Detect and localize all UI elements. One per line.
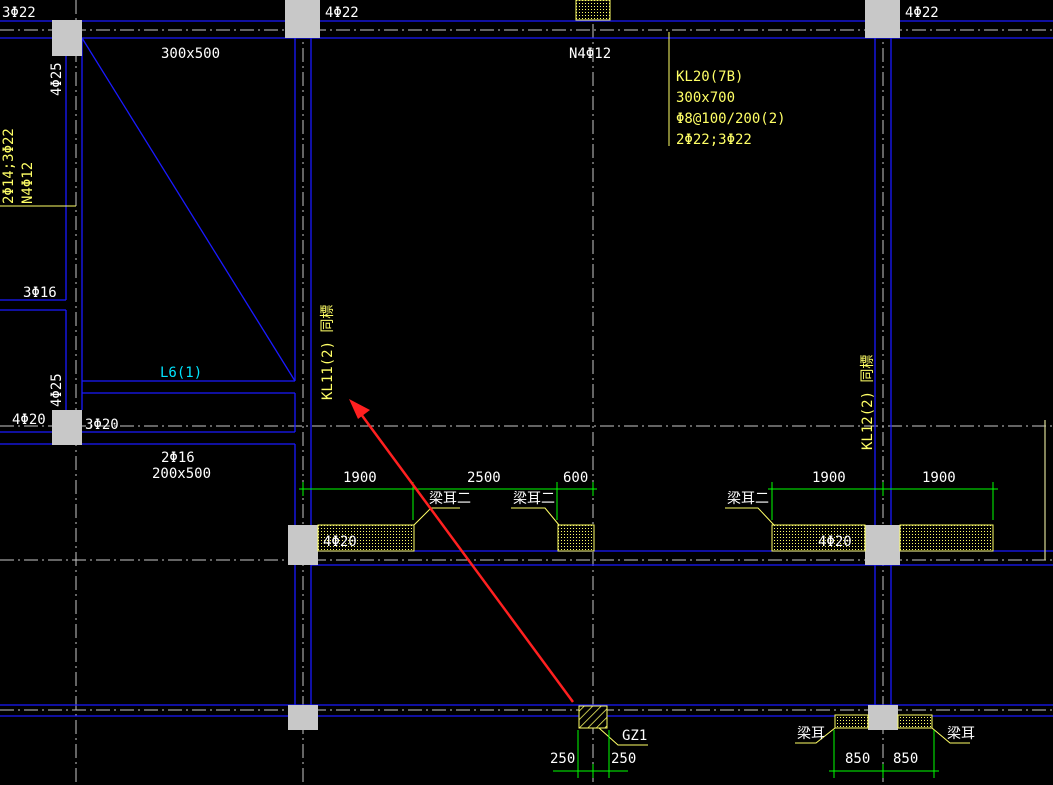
column[interactable] <box>288 525 318 565</box>
column[interactable] <box>865 525 900 565</box>
column[interactable] <box>288 705 318 730</box>
dimension-text[interactable]: 1900 <box>343 470 377 486</box>
kl20-main-bars: 2Φ22;3Φ22 <box>676 132 752 148</box>
dimension-text[interactable]: 850 <box>893 751 918 767</box>
rebar-label[interactable]: 3Φ20 <box>85 417 119 433</box>
kl20-stirrup: Φ8@100/200(2) <box>676 111 786 127</box>
rebar-label[interactable]: 2Φ16 <box>161 450 195 466</box>
rebar-label[interactable]: 4Φ20 <box>12 412 46 428</box>
beam-label-l6[interactable]: L6(1) <box>160 365 202 381</box>
rebar-label[interactable]: 4Φ20 <box>818 534 852 550</box>
beam-ear-tag[interactable]: 梁耳二 <box>513 491 555 507</box>
column[interactable] <box>285 0 320 38</box>
kl20-annotation[interactable]: KL20(7B) 300x700 Φ8@100/200(2) 2Φ22;3Φ22 <box>676 69 786 148</box>
beam-label-kl12[interactable]: KL12(2) 同標 <box>860 355 876 450</box>
column[interactable] <box>52 410 82 445</box>
dimension-text[interactable]: 250 <box>550 751 575 767</box>
dimension-text[interactable]: 600 <box>563 470 588 486</box>
hatch-region <box>899 524 994 552</box>
beam-label-kl11[interactable]: KL11(2) 同標 <box>320 305 336 400</box>
rebar-label[interactable]: 4Φ20 <box>323 534 357 550</box>
hatch-region <box>834 714 869 729</box>
gz1-column[interactable] <box>578 705 608 729</box>
dimension-text[interactable]: 2500 <box>467 470 501 486</box>
beam-ear-tag[interactable]: 梁耳二 <box>429 491 471 507</box>
side-waist-label[interactable]: N4Φ12 <box>20 162 36 204</box>
top-labels: 3Φ22 4Φ22 4Φ22 300x500 N4Φ12 <box>2 5 939 62</box>
beam-outlines <box>0 20 1053 717</box>
left-labels: 4Φ25 4Φ25 2Φ14;3Φ22 N4Φ12 3Φ16 4Φ20 3Φ20… <box>1 62 211 482</box>
column[interactable] <box>865 0 900 38</box>
dimension-text[interactable]: 250 <box>611 751 636 767</box>
column[interactable] <box>868 705 898 730</box>
side-bars-label[interactable]: 2Φ14;3Φ22 <box>1 128 17 204</box>
hatch-region <box>557 524 595 552</box>
beam-ear-tag[interactable]: 梁耳二 <box>727 491 769 507</box>
beam-ear-hatches <box>317 0 994 729</box>
annotation-leaders <box>0 32 970 746</box>
hatch-region <box>575 0 611 21</box>
rebar-label[interactable]: 4Φ22 <box>905 5 939 21</box>
beam-labels: L6(1) KL11(2) 同標 KL12(2) 同標 <box>160 305 876 450</box>
kl20-name: KL20(7B) <box>676 69 743 85</box>
rebar-label[interactable]: 3Φ16 <box>23 285 57 301</box>
beam-ear-tag[interactable]: 梁耳 <box>947 726 975 742</box>
waist-bar-label[interactable]: N4Φ12 <box>569 46 611 62</box>
dimension-text[interactable]: 850 <box>845 751 870 767</box>
gz1-tag[interactable]: GZ1 <box>622 728 647 744</box>
hatch-region <box>897 714 933 729</box>
kl20-size: 300x700 <box>676 90 735 106</box>
rebar-label[interactable]: 4Φ22 <box>325 5 359 21</box>
dimension-text[interactable]: 1900 <box>812 470 846 486</box>
column-rebar-label[interactable]: 4Φ25 <box>49 62 65 96</box>
column-rebar-label[interactable]: 4Φ25 <box>49 373 65 407</box>
beam-ear-tag[interactable]: 梁耳 <box>797 726 825 742</box>
dimension-text[interactable]: 1900 <box>922 470 956 486</box>
arrow-head-icon <box>349 399 370 419</box>
column[interactable] <box>52 20 82 56</box>
cad-drawing-canvas[interactable]: 3Φ22 4Φ22 4Φ22 300x500 N4Φ12 KL20(7B) 30… <box>0 0 1053 785</box>
beam-size-label[interactable]: 300x500 <box>161 46 220 62</box>
rebar-label[interactable]: 3Φ22 <box>2 5 36 21</box>
beam-size-label[interactable]: 200x500 <box>152 466 211 482</box>
